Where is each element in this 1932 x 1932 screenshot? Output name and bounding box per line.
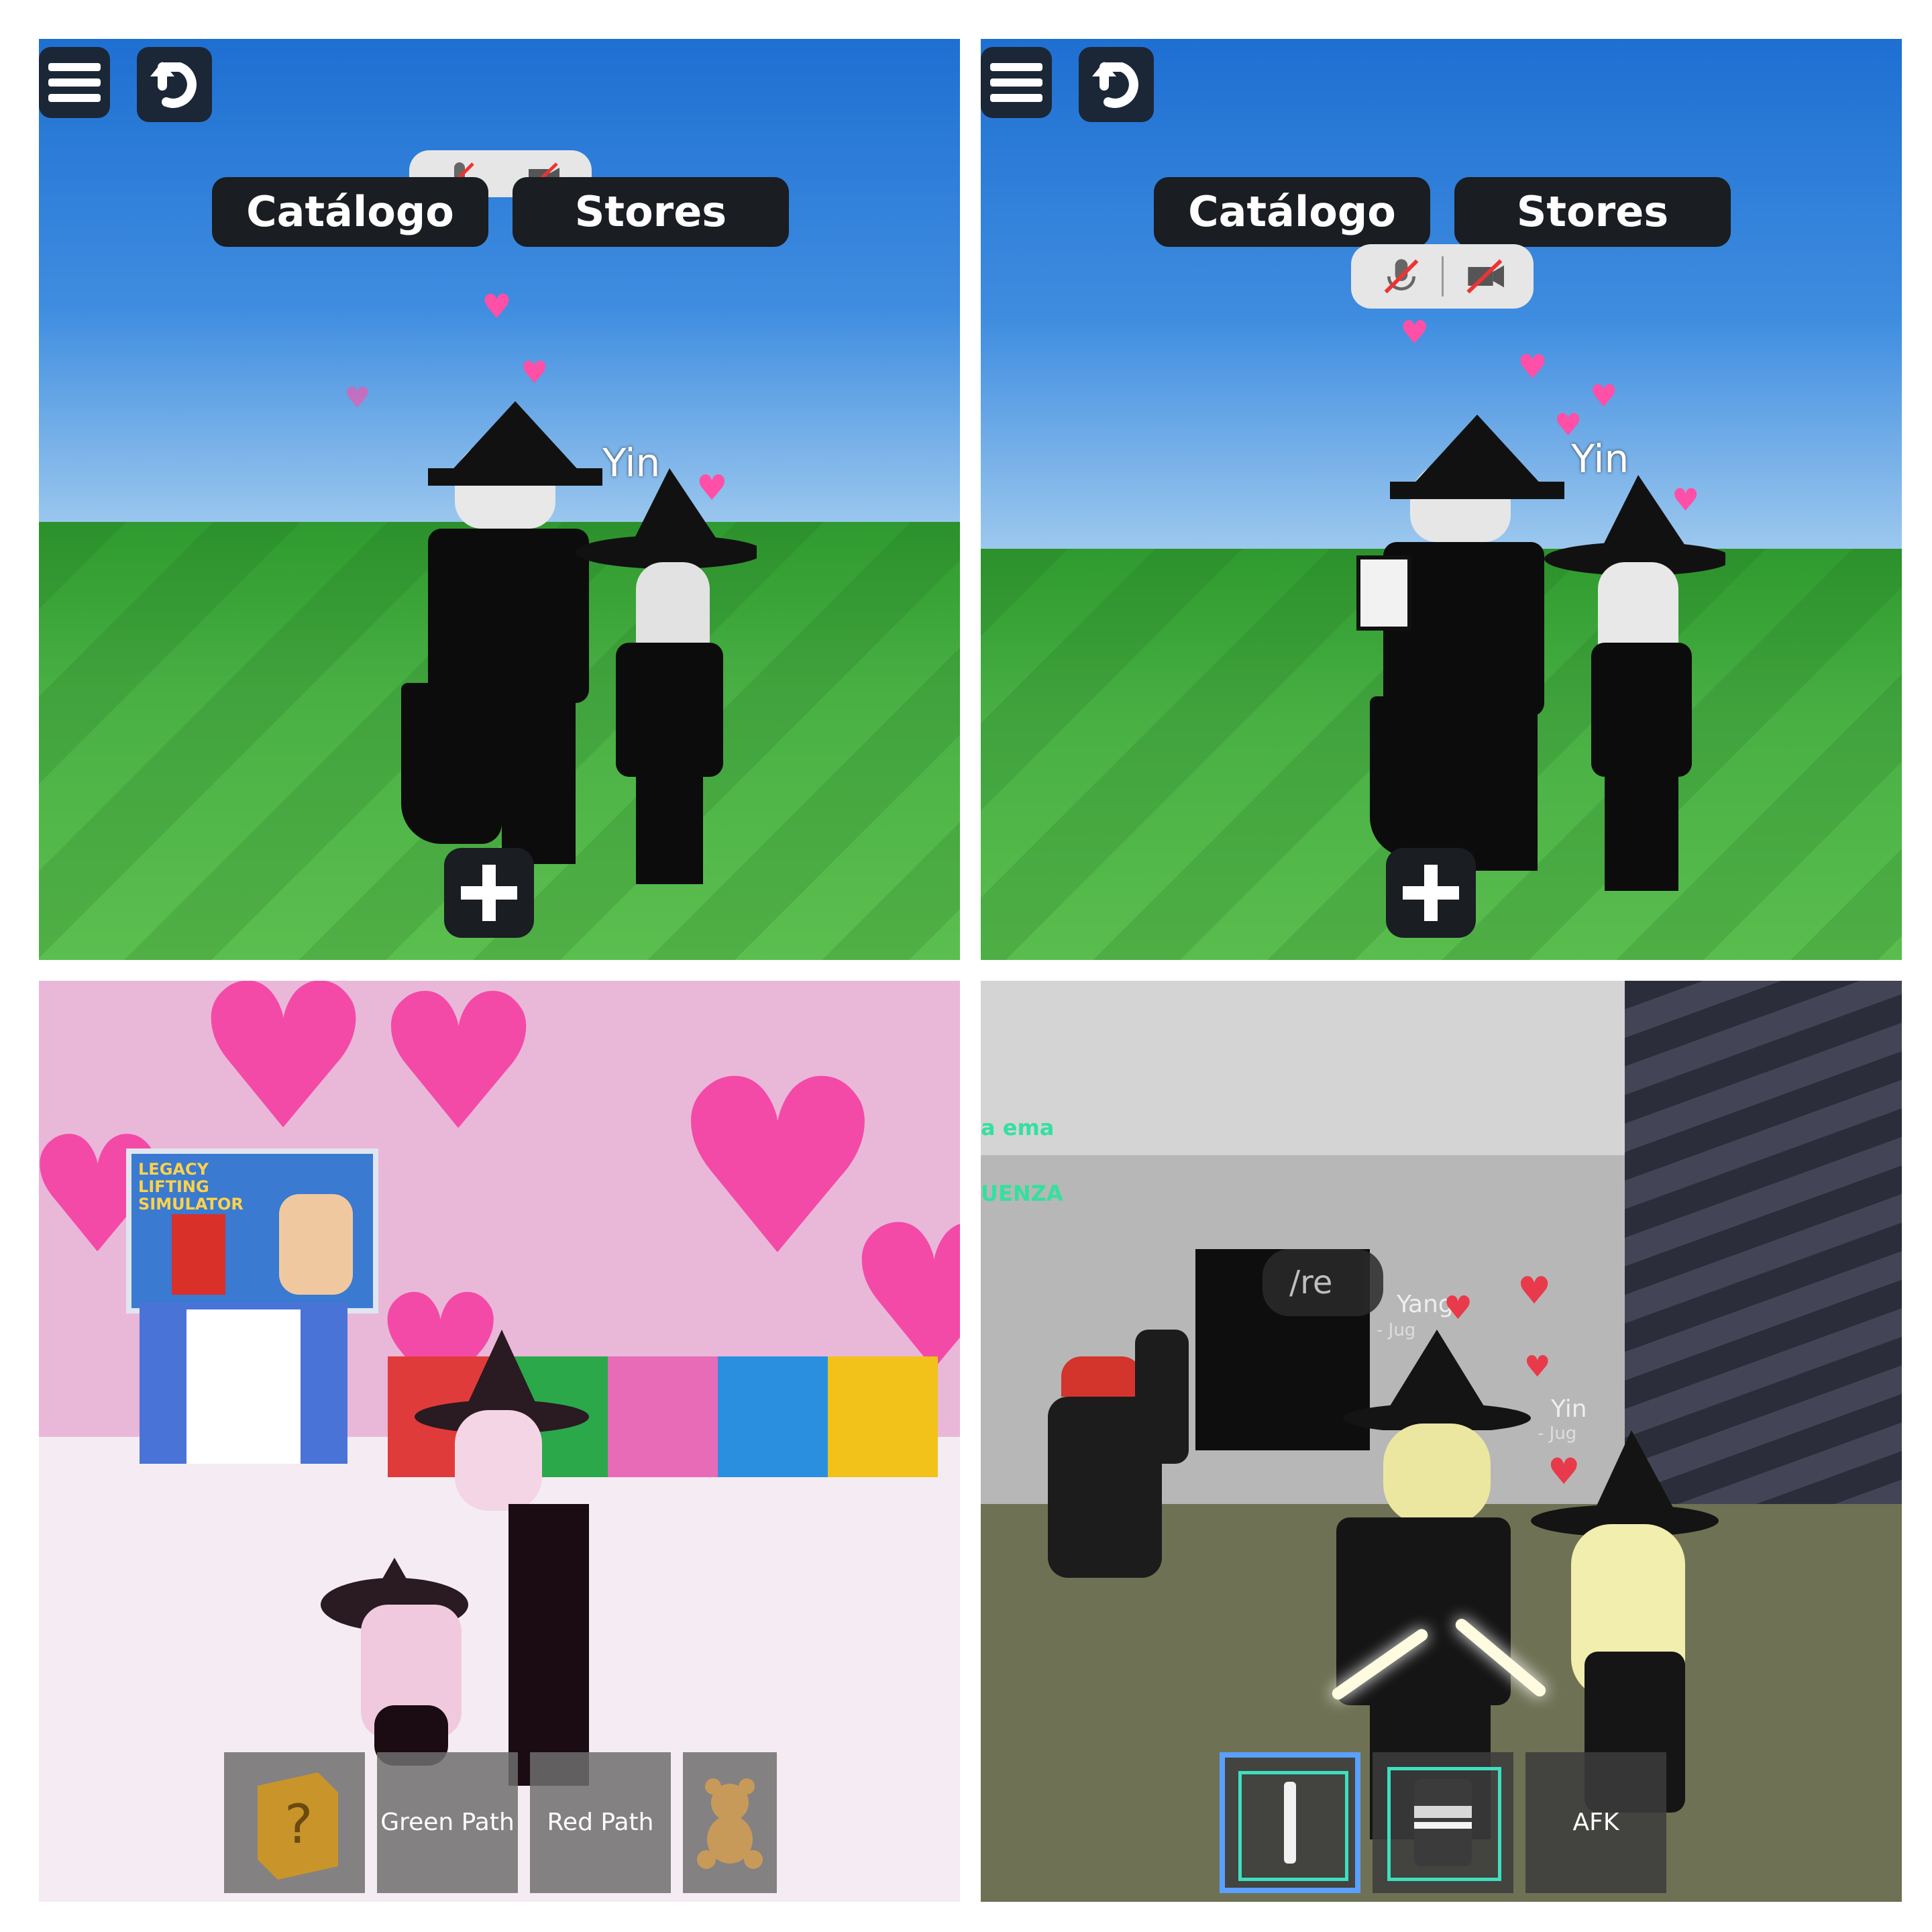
hotbar-slot-4[interactable] [683,1752,777,1893]
stairs [1625,981,1902,1504]
avatar-npc[interactable] [1135,1330,1189,1464]
hotbar-slot-red-path[interactable]: Red Path [530,1752,671,1893]
add-button[interactable] [444,848,534,938]
avatar-female[interactable] [569,468,770,884]
billboard-title: LEGACY LIFTING SIMULATOR [138,1160,244,1214]
camera-off-icon [1466,259,1504,294]
menu-button[interactable] [981,47,1052,118]
heart-icon: ♥ [193,981,374,1175]
chat-line: UENZA [981,1181,1063,1206]
player-name-tag: Yin [1551,1395,1587,1423]
undo-icon [150,62,197,108]
avatar-pair[interactable] [321,1303,669,1786]
hotbar-slot-1[interactable] [1220,1752,1360,1893]
heart-icon: ♥ [482,287,512,326]
heart-icon: ♥ [344,381,371,415]
chat-bubble-text: /re [1289,1264,1333,1301]
menu-button[interactable] [39,47,110,118]
tab-catalogo[interactable]: Catálogo [212,177,488,247]
plus-icon [461,865,517,921]
heart-icon: ♥ [1400,314,1430,352]
tab-stores[interactable]: Stores [513,177,789,247]
hotbar-slot-1[interactable]: ? [224,1752,365,1893]
mic-muted-icon [1384,259,1419,294]
heart-icon: ♥ [1444,1289,1473,1327]
heart-icon: ♥ [1590,378,1618,414]
menu-icon [48,63,101,102]
teddy-bear-icon [697,1778,763,1869]
add-button[interactable] [1386,848,1476,938]
portal-door[interactable] [140,1303,347,1464]
heart-icon: ♥ [1517,347,1548,386]
mystery-block-icon: ? [258,1772,338,1880]
panel-top-left: Catálogo Stores ♥ ♥ ♥ ♥ Yin [39,39,960,960]
panel-bottom-right: a ema UENZA /re Yang - Jug Yin - Jug ♥ ♥… [981,981,1902,1902]
tab-catalogo[interactable]: Catálogo [1154,177,1430,247]
plus-icon [1403,865,1459,921]
undo-button[interactable] [137,47,212,122]
avatar-female[interactable] [1538,475,1739,891]
hotbar-slot-2[interactable] [1373,1752,1513,1893]
hotbar-slot-green-path[interactable]: Green Path [377,1752,518,1893]
chat-bubble: /re [1263,1249,1383,1316]
svg-text:?: ? [284,1793,313,1856]
undo-button[interactable] [1079,47,1154,122]
panel-top-right: Catálogo Stores ♥ ♥ ♥ ♥ ♥ Yin [981,39,1902,960]
panel-bottom-left: ♥ ♥ ♥ ♥ ♥ ♥ LEGACY LIFTING SIMULATOR ? G… [39,981,960,1902]
heart-icon: ♥ [374,981,543,1173]
menu-icon [990,63,1042,102]
heart-icon: ♥ [1517,1269,1552,1313]
chat-line: a ema [981,1115,1055,1140]
undo-icon [1092,62,1138,108]
voice-controls[interactable] [1351,244,1534,309]
game-billboard[interactable]: LEGACY LIFTING SIMULATOR [126,1148,378,1313]
hotbar-slot-afk[interactable]: AFK [1525,1752,1666,1893]
tab-stores[interactable]: Stores [1454,177,1731,247]
